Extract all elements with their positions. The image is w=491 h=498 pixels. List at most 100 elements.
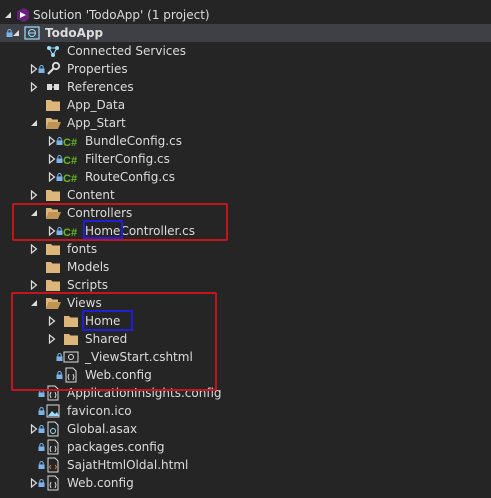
tree-item-connected-services[interactable]: Connected Services bbox=[0, 42, 491, 60]
lock-icon bbox=[6, 24, 13, 42]
folder-icon bbox=[45, 240, 61, 258]
lock-icon bbox=[38, 402, 45, 420]
folder-icon bbox=[63, 312, 79, 330]
connected-services-icon bbox=[45, 42, 61, 60]
csharp-file-icon: C# bbox=[63, 168, 79, 186]
svg-text:C#: C# bbox=[63, 173, 77, 185]
tree-item-label: Home bbox=[85, 314, 121, 328]
folder-open-icon bbox=[45, 294, 61, 312]
tree-item-web-config[interactable]: Web.config bbox=[0, 366, 491, 384]
lock-icon bbox=[38, 438, 45, 456]
tree-item-filterconfig-cs[interactable]: C# FilterConfig.cs bbox=[0, 150, 491, 168]
razor-file-icon bbox=[63, 348, 79, 366]
collapse-arrow-icon[interactable] bbox=[30, 204, 40, 222]
config-file-icon bbox=[63, 366, 79, 384]
lock-icon bbox=[56, 168, 63, 186]
tree-item-label: RouteConfig.cs bbox=[85, 170, 175, 184]
wrench-icon bbox=[45, 60, 61, 78]
svg-text:C#: C# bbox=[63, 227, 77, 239]
tree-item-packages-config[interactable]: packages.config bbox=[0, 438, 491, 456]
tree-item-label: _ViewStart.cshtml bbox=[85, 350, 193, 364]
tree-item-properties[interactable]: Properties bbox=[0, 60, 491, 78]
lock-icon bbox=[38, 384, 45, 402]
tree-item-label: Web.config bbox=[67, 476, 134, 490]
solution-explorer-tree: Solution 'TodoApp' (1 project) TodoApp Con… bbox=[0, 0, 491, 498]
solution-icon bbox=[15, 6, 31, 24]
folder-icon bbox=[63, 330, 79, 348]
expand-arrow-icon[interactable] bbox=[48, 312, 58, 330]
tree-item-scripts[interactable]: Scripts bbox=[0, 276, 491, 294]
tree-item-web-config[interactable]: Web.config bbox=[0, 474, 491, 492]
lock-icon bbox=[38, 474, 45, 492]
tree-item-global-asax[interactable]: Global.asax bbox=[0, 420, 491, 438]
tree-item-label: BundleConfig.cs bbox=[85, 134, 182, 148]
collapse-arrow-icon[interactable] bbox=[30, 294, 40, 312]
tree-item-bundleconfig-cs[interactable]: C# BundleConfig.cs bbox=[0, 132, 491, 150]
tree-item-app-start[interactable]: App_Start bbox=[0, 114, 491, 132]
folder-open-icon bbox=[45, 114, 61, 132]
solution-node[interactable]: Solution 'TodoApp' (1 project) bbox=[0, 6, 491, 24]
expand-arrow-icon[interactable] bbox=[30, 276, 40, 294]
config-file-icon bbox=[45, 474, 61, 492]
tree-item-label: Global.asax bbox=[67, 422, 138, 436]
tree-item-label: favicon.ico bbox=[67, 404, 132, 418]
tree-item-views[interactable]: Views bbox=[0, 294, 491, 312]
tree-item-favicon-ico[interactable]: favicon.ico bbox=[0, 402, 491, 420]
lock-icon bbox=[56, 150, 63, 168]
expand-arrow-icon[interactable] bbox=[48, 330, 58, 348]
tree-item-label: Scripts bbox=[67, 278, 109, 292]
tree-item-app-data[interactable]: App_Data bbox=[0, 96, 491, 114]
tree-item-routeconfig-cs[interactable]: C# RouteConfig.cs bbox=[0, 168, 491, 186]
tree-item-label: App_Data bbox=[67, 98, 126, 112]
tree-item-label: TodoApp bbox=[45, 26, 104, 40]
svg-text:C#: C# bbox=[63, 137, 77, 149]
tree-item-label: fonts bbox=[67, 242, 98, 256]
tree-item-label: Controllers bbox=[67, 206, 133, 220]
tree-item-label: Views bbox=[67, 296, 102, 310]
folder-icon bbox=[45, 96, 61, 114]
lock-icon bbox=[56, 222, 63, 240]
lock-icon bbox=[38, 420, 45, 438]
web-project-icon bbox=[24, 24, 40, 42]
references-icon bbox=[45, 78, 61, 96]
tree-item-shared[interactable]: Shared bbox=[0, 330, 491, 348]
expand-arrow-icon[interactable] bbox=[30, 186, 40, 204]
tree-item-home[interactable]: Home bbox=[0, 312, 491, 330]
expand-arrow-icon[interactable] bbox=[30, 240, 40, 258]
folder-open-icon bbox=[45, 204, 61, 222]
tree-item-sajathtmloldal-html[interactable]: SajatHtmlOldal.html bbox=[0, 456, 491, 474]
tree-item-models[interactable]: Models bbox=[0, 258, 491, 276]
folder-icon bbox=[45, 186, 61, 204]
tree-item-label: Shared bbox=[85, 332, 128, 346]
expand-arrow-icon[interactable] bbox=[30, 78, 40, 96]
folder-icon bbox=[45, 276, 61, 294]
tree-item-label: FilterConfig.cs bbox=[85, 152, 170, 166]
csharp-file-icon: C# bbox=[63, 132, 79, 150]
tree-item-label: App_Start bbox=[67, 116, 126, 130]
csharp-file-icon: C# bbox=[63, 150, 79, 168]
folder-icon bbox=[45, 258, 61, 276]
tree-item-references[interactable]: References bbox=[0, 78, 491, 96]
tree-item-fonts[interactable]: fonts bbox=[0, 240, 491, 258]
tree-item-homecontroller-cs[interactable]: C# HomeController.cs bbox=[0, 222, 491, 240]
tree-item-viewstart-cshtml[interactable]: _ViewStart.cshtml bbox=[0, 348, 491, 366]
config-file-icon bbox=[45, 438, 61, 456]
tree-item-applicationinsights-config[interactable]: ApplicationInsights.config bbox=[0, 384, 491, 402]
tree-item-label: HomeController.cs bbox=[85, 224, 196, 238]
project-node[interactable]: TodoApp bbox=[0, 24, 491, 42]
lock-icon bbox=[38, 456, 45, 474]
collapse-arrow-icon[interactable] bbox=[12, 24, 22, 42]
lock-icon bbox=[56, 366, 63, 384]
tree-item-label: Content bbox=[67, 188, 115, 202]
collapse-arrow-icon[interactable] bbox=[4, 6, 14, 24]
tree-item-label: Models bbox=[67, 260, 110, 274]
tree-item-label: SajatHtmlOldal.html bbox=[67, 458, 189, 472]
asax-file-icon bbox=[45, 420, 61, 438]
tree-item-label: Properties bbox=[67, 62, 128, 76]
tree-item-label: packages.config bbox=[67, 440, 165, 454]
collapse-arrow-icon[interactable] bbox=[30, 114, 40, 132]
csharp-file-icon: C# bbox=[63, 222, 79, 240]
tree-item-content[interactable]: Content bbox=[0, 186, 491, 204]
tree-item-label: Web.config bbox=[85, 368, 152, 382]
tree-item-controllers[interactable]: Controllers bbox=[0, 204, 491, 222]
